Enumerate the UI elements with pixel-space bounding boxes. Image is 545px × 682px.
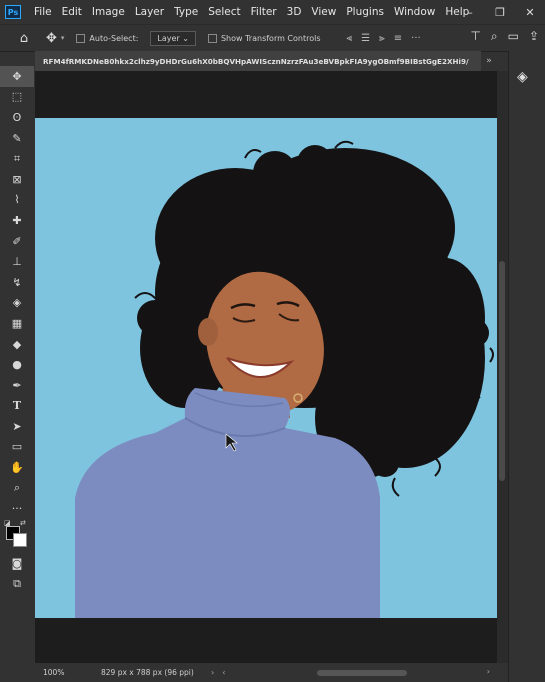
eraser-tool-icon[interactable]: ◈ xyxy=(0,293,34,314)
blur-tool-icon[interactable]: ◆ xyxy=(0,334,34,355)
frame-tool-icon[interactable]: ⊠ xyxy=(0,169,34,190)
healing-tool-icon[interactable]: ✚ xyxy=(0,210,34,231)
status-menu-arrow[interactable]: › xyxy=(211,668,214,677)
workspace-icon[interactable]: ▭ xyxy=(508,29,519,44)
status-bar: 100% 829 px x 788 px (96 ppi) › ‹ › xyxy=(35,663,508,682)
vertical-scroll-thumb[interactable] xyxy=(499,261,505,481)
restore-button[interactable]: ❐ xyxy=(485,6,515,19)
scroll-left-arrow[interactable]: ‹ xyxy=(222,668,225,677)
show-transform-checkbox[interactable] xyxy=(207,33,217,43)
document-tab[interactable]: RFM4fRMKDNeB0hkx2clhz9yDHDrGu6hX0bBQVHpA… xyxy=(35,51,481,71)
eyedropper-tool-icon[interactable]: ⌇ xyxy=(0,190,34,211)
pen-tool-icon[interactable]: ✒ xyxy=(0,375,34,396)
lasso-tool-icon[interactable]: ʘ xyxy=(0,107,34,128)
options-right-icons: ⊤ ⌕ ▭ ⇪ xyxy=(470,29,539,44)
menu-file[interactable]: File xyxy=(29,0,57,24)
home-icon[interactable]: ⌂ xyxy=(16,31,32,46)
horizontal-scrollbar[interactable] xyxy=(237,669,487,677)
brush-tool-icon[interactable]: ✐ xyxy=(0,231,34,252)
menu-select[interactable]: Select xyxy=(203,0,245,24)
auto-select-label: Auto-Select: xyxy=(89,33,139,43)
move-tool-icon[interactable]: ✥ xyxy=(0,66,34,87)
quick-select-tool-icon[interactable]: ✎ xyxy=(0,128,34,149)
show-transform-label: Show Transform Controls xyxy=(220,33,321,43)
type-tool-icon[interactable]: T xyxy=(0,396,34,417)
scroll-right-arrow[interactable]: › xyxy=(487,667,490,676)
3d-mode-icon[interactable]: ⊤ xyxy=(470,29,480,44)
color-swatches: ◪ ⇄ xyxy=(0,519,34,553)
marquee-tool-icon[interactable]: ⬚ xyxy=(0,87,34,108)
move-tool-preset-icon[interactable]: ✥ xyxy=(46,31,57,46)
align-icons-group: ⫷ ☰ ⫸ ≡ ··· xyxy=(347,33,421,44)
menu-edit[interactable]: Edit xyxy=(57,0,87,24)
photoshop-logo: Ps xyxy=(5,5,21,19)
close-button[interactable]: ✕ xyxy=(515,6,545,19)
menu-filter[interactable]: Filter xyxy=(246,0,282,24)
hand-tool-icon[interactable]: ✋ xyxy=(0,457,34,478)
menu-plugins[interactable]: Plugins xyxy=(341,0,389,24)
vertical-scrollbar[interactable] xyxy=(497,71,508,663)
zoom-tool-icon[interactable]: ⌕ xyxy=(0,478,34,499)
document-workspace xyxy=(35,71,497,663)
history-brush-tool-icon[interactable]: ↯ xyxy=(0,272,34,293)
layers-icon[interactable]: ◈ xyxy=(517,69,528,85)
background-color-swatch[interactable] xyxy=(13,533,27,548)
menu-3d[interactable]: 3D xyxy=(282,0,307,24)
path-select-tool-icon[interactable]: ➤ xyxy=(0,416,34,437)
screen-mode-icon[interactable]: ⧉ xyxy=(0,574,34,595)
stamp-tool-icon[interactable]: ⊥ xyxy=(0,251,34,272)
chevron-down-icon[interactable]: ▾ xyxy=(61,34,65,42)
portrait-photo xyxy=(35,118,497,618)
image-canvas[interactable] xyxy=(35,118,497,618)
tools-panel: ✥ ⬚ ʘ ✎ ⌗ ⊠ ⌇ ✚ ✐ ⊥ ↯ ◈ ▦ ◆ ● ✒ T ➤ ▭ ✋ … xyxy=(0,66,34,666)
right-panel-dock: ◈ xyxy=(508,51,545,682)
menu-layer[interactable]: Layer xyxy=(130,0,169,24)
menu-window[interactable]: Window xyxy=(389,0,440,24)
more-tools-icon[interactable]: ··· xyxy=(0,498,34,519)
minimize-button[interactable]: – xyxy=(455,6,485,19)
tab-overflow-icon[interactable]: » xyxy=(481,51,497,71)
menu-type[interactable]: Type xyxy=(169,0,203,24)
layer-dropdown-label: Layer xyxy=(157,33,180,43)
window-controls: – ❐ ✕ xyxy=(455,0,545,24)
share-icon[interactable]: ⇪ xyxy=(529,29,539,44)
options-bar: ⌂ ✥ ▾ Auto-Select: Layer ⌄ Show Transfor… xyxy=(0,24,545,52)
more-options-icon[interactable]: ··· xyxy=(411,33,421,44)
align-left-icon[interactable]: ⫷ xyxy=(347,33,353,44)
document-info: 829 px x 788 px (96 ppi) xyxy=(101,668,194,677)
distribute-icon[interactable]: ≡ xyxy=(394,33,402,44)
align-center-icon[interactable]: ☰ xyxy=(361,33,370,44)
rectangle-tool-icon[interactable]: ▭ xyxy=(0,437,34,458)
search-icon[interactable]: ⌕ xyxy=(491,29,498,44)
zoom-level[interactable]: 100% xyxy=(43,668,95,677)
menu-bar: Ps File Edit Image Layer Type Select Fil… xyxy=(0,0,545,24)
crop-tool-icon[interactable]: ⌗ xyxy=(0,148,34,169)
menu-view[interactable]: View xyxy=(306,0,341,24)
auto-select-checkbox[interactable] xyxy=(76,33,86,43)
dodge-tool-icon[interactable]: ● xyxy=(0,354,34,375)
swap-colors-icon[interactable]: ⇄ xyxy=(20,519,26,527)
align-right-icon[interactable]: ⫸ xyxy=(379,33,385,44)
quick-mask-icon[interactable]: ◙ xyxy=(0,553,34,574)
gradient-tool-icon[interactable]: ▦ xyxy=(0,313,34,334)
layer-dropdown[interactable]: Layer ⌄ xyxy=(150,30,196,46)
horizontal-scroll-thumb[interactable] xyxy=(317,669,408,676)
menu-image[interactable]: Image xyxy=(87,0,130,24)
document-tab-title: RFM4fRMKDNeB0hkx2clhz9yDHDrGu6hX0bBQVHpA… xyxy=(43,56,469,66)
